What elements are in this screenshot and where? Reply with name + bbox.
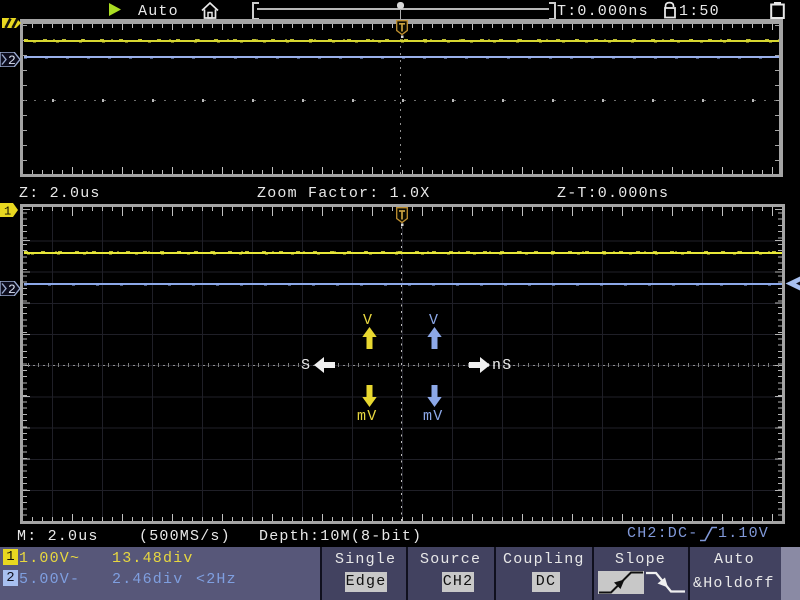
svg-text:1: 1 [4, 205, 11, 218]
svg-text:2: 2 [8, 282, 16, 296]
svg-text:2: 2 [8, 53, 16, 67]
